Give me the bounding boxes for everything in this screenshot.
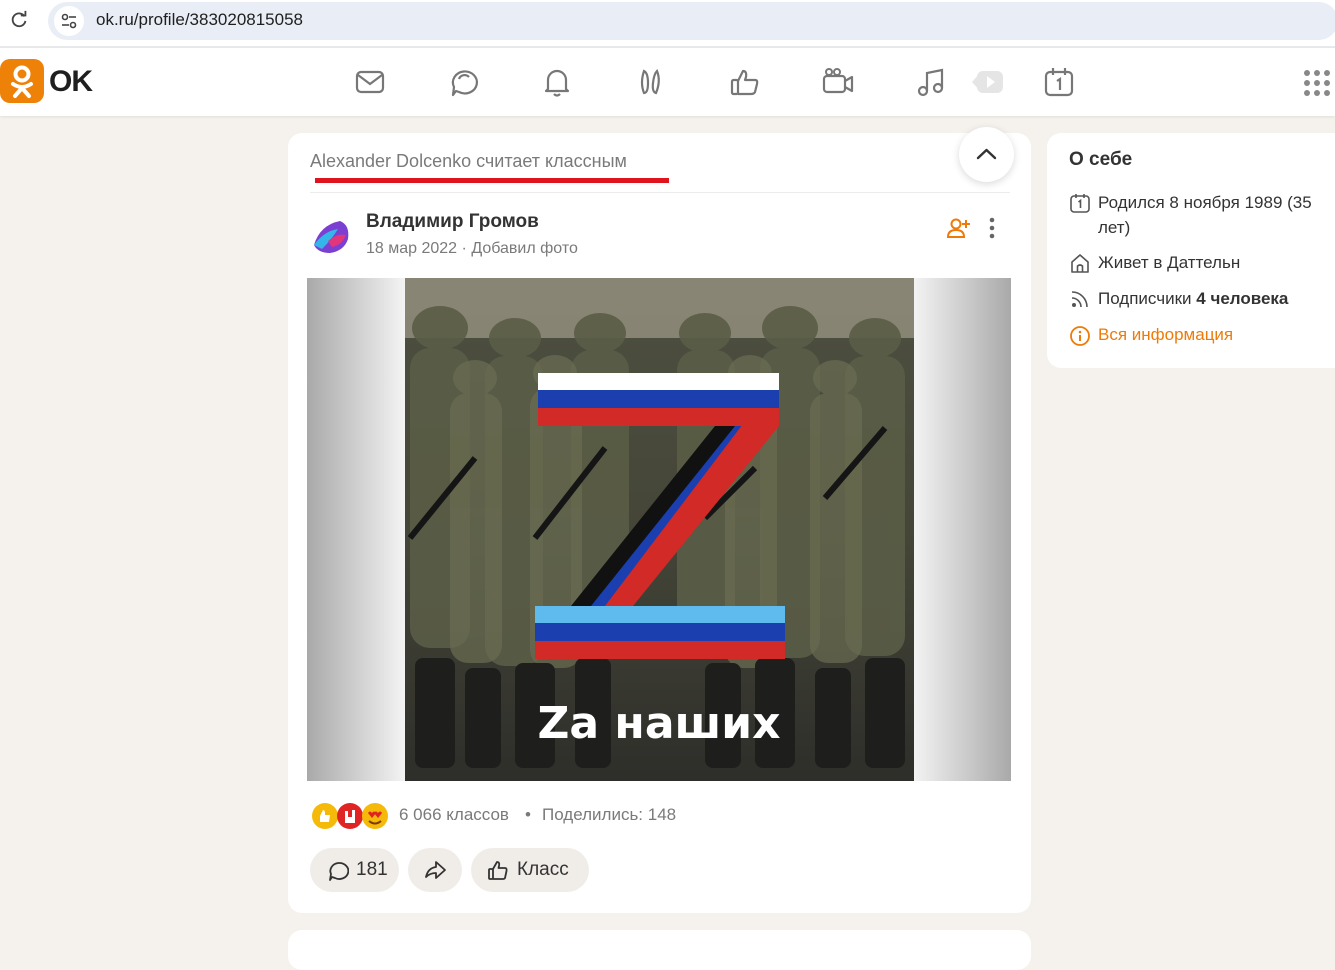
likes-icon[interactable] [728,65,762,99]
meta-dot: • [525,805,531,824]
apps-grid-icon[interactable] [1302,68,1332,98]
reactions-count[interactable]: 6 066 классов [399,805,509,825]
messages-icon[interactable] [353,65,387,99]
post-date[interactable]: 18 мар 2022 [366,240,457,257]
guests-icon[interactable] [634,65,668,99]
reload-icon[interactable] [8,9,30,31]
followers-row[interactable]: Подписчики 4 человека [1069,286,1335,312]
birth-row: Родился 8 ноября 1989 (35 лет) [1069,190,1335,240]
post-photo[interactable]: Zа наших [307,278,1011,781]
post-image: Zа наших [405,278,914,781]
followers-label: Подписчики [1098,289,1192,308]
browser-toolbar: ok.ru/profile/383020815058 [0,0,1335,48]
video-icon[interactable] [970,65,1006,99]
post-action: Добавил фото [471,240,578,257]
video-calls-icon[interactable] [821,65,855,99]
calendar-icon [1070,194,1090,213]
info-icon [1070,326,1090,346]
more-options-icon[interactable] [982,215,1002,241]
site-settings-icon[interactable] [54,6,84,36]
highlight-underline [315,178,669,183]
meta-dot: · [461,240,472,257]
ok-logo-icon[interactable] [0,59,44,103]
comment-icon [329,862,349,881]
like-icon [488,861,508,880]
site-header: OK [0,48,1335,116]
share-icon [425,861,446,879]
url-text[interactable]: ok.ru/profile/383020815058 [96,10,303,30]
shared-count[interactable]: Поделились: 148 [542,805,676,825]
all-info-link[interactable]: Вся информация [1098,322,1335,347]
about-card: О себе Родился 8 ноября 1989 (35 лет) Жи… [1047,133,1335,368]
post-author[interactable]: Владимир Громов [366,211,539,233]
add-friend-icon[interactable] [946,215,972,241]
discussions-icon[interactable] [447,65,481,99]
followers-count[interactable]: 4 человека [1196,289,1288,308]
events-icon[interactable] [1042,65,1076,99]
location-text: Живет в Даттельн [1098,253,1241,272]
chevron-up-icon [976,148,997,160]
home-icon [1071,254,1089,273]
divider [310,192,1010,193]
like-button[interactable]: Класс [471,848,589,892]
followers-text: Подписчики 4 человека [1098,286,1335,311]
liked-by-text[interactable]: Alexander Dolcenko считает классным [310,151,627,172]
all-info-row[interactable]: Вся информация [1069,322,1335,348]
comment-count: 181 [356,859,388,880]
reaction-icons[interactable] [310,801,394,831]
about-title: О себе [1069,149,1133,170]
music-icon[interactable] [914,65,948,99]
notifications-icon[interactable] [540,65,574,99]
rss-icon [1071,291,1088,308]
share-button[interactable] [408,848,462,892]
next-feed-card [288,930,1031,970]
like-label: Класс [517,859,569,880]
image-caption: Zа наших [538,698,781,749]
ok-logo-text[interactable]: OK [49,65,93,99]
author-avatar[interactable] [310,215,354,259]
birth-text: Родился 8 ноября 1989 (35 лет) [1098,193,1312,237]
feed-card: Alexander Dolcenko считает классным Влад… [288,133,1031,913]
comment-button[interactable]: 181 [310,848,399,892]
post-meta: 18 мар 2022 · Добавил фото [366,240,578,258]
collapse-button[interactable] [959,127,1014,182]
location-row: Живет в Даттельн [1069,250,1335,276]
